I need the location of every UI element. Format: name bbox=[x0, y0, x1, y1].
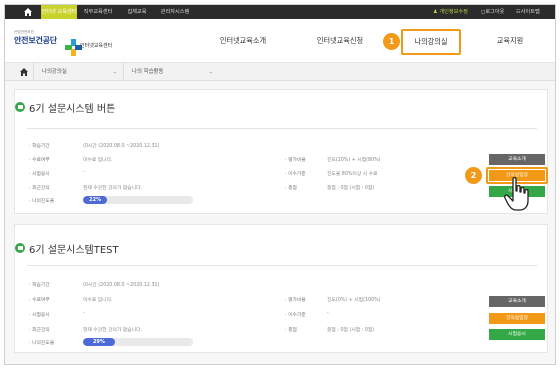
total-label: · 총점 bbox=[285, 186, 297, 191]
criteria-label: · 이수기준 bbox=[285, 313, 306, 318]
breadcrumb: 나의강의실 ⌄ 나의 학습활동 ⌄ bbox=[5, 63, 555, 81]
nav-my-classroom[interactable]: 나의강의실 bbox=[401, 29, 461, 55]
eval-value: 진도(20%) + 시험(80%) bbox=[327, 158, 381, 163]
logout-link[interactable]: ◻로그아웃 bbox=[481, 5, 504, 19]
logout-label: 로그아웃 bbox=[485, 9, 505, 15]
recent-label: · 최근강의 bbox=[29, 328, 50, 333]
course-intro-button[interactable]: 교육소개 bbox=[489, 296, 545, 307]
completion-value: 미수료 입니다. bbox=[83, 298, 113, 303]
course-title-text: 6기 설문시스템TEST bbox=[29, 245, 119, 256]
breadcrumb-level2-label: 나의 학습활동 bbox=[132, 69, 164, 75]
course-card: 6기 설문시스템TEST · 학습기간 (0시간 (2020.08.0 ~202… bbox=[14, 224, 548, 353]
completion-label: · 수료여부 bbox=[29, 158, 50, 163]
logo-subtitle: 인터넷교육센터 bbox=[80, 43, 113, 49]
total-value: 총점 : 0점 (시험 : 0점) bbox=[327, 328, 375, 333]
nav-internet-intro[interactable]: 인터넷교육소개 bbox=[210, 19, 276, 63]
exam-value: - bbox=[83, 170, 85, 175]
sitemap-label: 사이트맵 bbox=[520, 9, 540, 15]
breadcrumb-level1[interactable]: 나의강의실 ⌄ bbox=[33, 63, 123, 81]
progress-fill: 29% bbox=[83, 338, 115, 346]
progress-label: · 나의진도율 bbox=[29, 341, 55, 346]
chevron-down-icon: ⌄ bbox=[208, 69, 213, 75]
total-value: 총점 : 0점 (시험 : 0점) bbox=[327, 186, 375, 191]
chevron-down-icon: ⌄ bbox=[112, 69, 117, 75]
progress-bar: 22% bbox=[83, 196, 193, 204]
tab-group-training[interactable]: 집체교육 bbox=[123, 5, 151, 19]
period-value: (0시간 (2020.08.0 ~2020.12.31) bbox=[83, 144, 160, 149]
logo-title: 안전보건공단 bbox=[14, 36, 57, 45]
breadcrumb-level2[interactable]: 나의 학습활동 ⌄ bbox=[123, 63, 219, 81]
breadcrumb-level1-label: 나의강의실 bbox=[42, 69, 67, 75]
hand-cursor-icon bbox=[504, 176, 529, 211]
completion-label: · 수료여부 bbox=[29, 298, 50, 303]
breadcrumb-home-icon[interactable] bbox=[19, 67, 29, 77]
criteria-label: · 이수기준 bbox=[285, 172, 306, 177]
step-badge-2: 2 bbox=[465, 167, 482, 184]
eval-label: · 평가비율 bbox=[285, 298, 306, 303]
tab-admin-system[interactable]: 관리자시스템 bbox=[157, 5, 193, 19]
page-frame: 인터넷 교육센터 직무교육센터 집체교육 관리자시스템 ♟ 개인정보수정 ◻로그… bbox=[4, 4, 556, 365]
period-label: · 학습기간 bbox=[29, 283, 50, 288]
recent-value: 현재 수강한 강의가 없습니다. bbox=[83, 186, 143, 191]
course-title-text: 6기 설문시스템 버튼 bbox=[29, 104, 116, 115]
exam-label: · 시험응시 bbox=[29, 172, 50, 177]
nav-edu-support[interactable]: 교육지원 bbox=[485, 19, 535, 63]
progress-label: · 나의진도율 bbox=[29, 199, 55, 204]
take-exam-button[interactable]: 시험응시 bbox=[489, 329, 545, 340]
period-label: · 학습기간 bbox=[29, 144, 50, 149]
site-header: 산업안전보건 안전보건공단 인터넷교육센터 인터넷교육소개 인터넷교육신청 1 … bbox=[5, 19, 555, 63]
recent-label: · 최근강의 bbox=[29, 186, 50, 191]
course-card: 6기 설문시스템 버튼 · 학습기간 (0시간 (2020.08.0 ~2020… bbox=[14, 89, 548, 214]
edit-profile-label: 개인정보수정 bbox=[439, 9, 468, 15]
progress-bar: 29% bbox=[83, 338, 193, 346]
top-bar: 인터넷 교육센터 직무교육센터 집체교육 관리자시스템 ♟ 개인정보수정 ◻로그… bbox=[5, 5, 555, 19]
home-icon[interactable] bbox=[23, 7, 33, 17]
course-title: 6기 설문시스템TEST bbox=[15, 241, 119, 256]
completion-value: 미수료 입니다. bbox=[83, 158, 113, 163]
eval-value: 진도(0%) + 시험(100%) bbox=[327, 298, 381, 303]
sitemap-link[interactable]: ☷사이트맵 bbox=[516, 5, 540, 19]
tab-job-training[interactable]: 직무교육센터 bbox=[81, 5, 115, 19]
step-badge-1: 1 bbox=[383, 33, 400, 50]
divider bbox=[27, 128, 537, 129]
divider bbox=[27, 265, 537, 266]
enter-classroom-button[interactable]: 강의실입장 bbox=[489, 313, 545, 324]
period-value: (0시간 (2020.08.0 ~2020.12.31) bbox=[83, 283, 160, 288]
edit-profile-link[interactable]: ♟ 개인정보수정 bbox=[433, 5, 468, 19]
monitor-icon bbox=[15, 102, 25, 112]
nav-internet-apply[interactable]: 인터넷교육신청 bbox=[305, 19, 375, 63]
exam-value: - bbox=[83, 311, 85, 316]
exam-label: · 시험응시 bbox=[29, 313, 50, 318]
course-title: 6기 설문시스템 버튼 bbox=[15, 100, 116, 115]
criteria-value: 진도율 80%이상 시 수료 bbox=[327, 172, 378, 177]
course-intro-button[interactable]: 교육소개 bbox=[489, 154, 545, 165]
criteria-value: - bbox=[327, 311, 329, 316]
total-label: · 총점 bbox=[285, 328, 297, 333]
progress-fill: 22% bbox=[83, 196, 108, 204]
site-logo[interactable]: 산업안전보건 안전보건공단 인터넷교육센터 bbox=[14, 30, 112, 56]
monitor-icon bbox=[15, 243, 25, 253]
eval-label: · 평가비율 bbox=[285, 158, 306, 163]
recent-value: 현재 수강한 강의가 없습니다. bbox=[83, 328, 143, 333]
tab-internet-center[interactable]: 인터넷 교육센터 bbox=[41, 5, 77, 19]
